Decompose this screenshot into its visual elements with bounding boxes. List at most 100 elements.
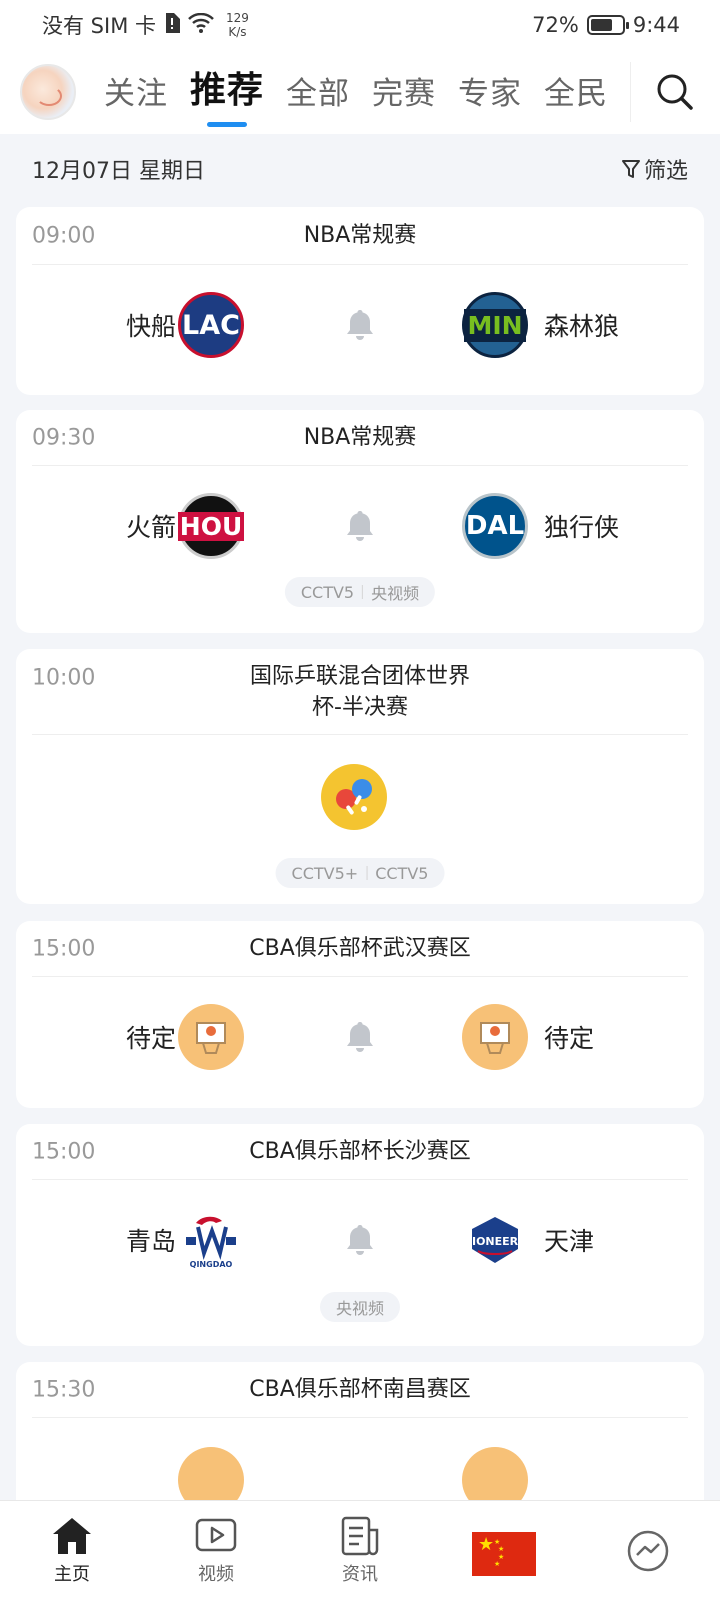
bottom-nav-label: 资讯 [342, 1563, 378, 1585]
tab-follow[interactable]: 关注 [104, 68, 168, 123]
date-row: 12月07日 星期日 筛选 [0, 134, 720, 204]
match-card[interactable]: 15:00 CBA俱乐部杯武汉赛区 待定 待定 [16, 921, 704, 1108]
avatar[interactable] [20, 64, 76, 120]
channel-label: CCTV5 [300, 582, 355, 602]
qingdao-logo-icon: QINGDAO [178, 1207, 244, 1273]
match-row: 快船 LAC MIN 森林狼 [16, 265, 704, 385]
basketball-hoop-icon [462, 1004, 528, 1070]
match-title: NBA常规赛 [303, 223, 417, 248]
logo-text: HOU [177, 511, 245, 541]
nav-divider [630, 62, 632, 122]
bottom-nav-messenger[interactable] [576, 1501, 720, 1600]
bottom-nav-news[interactable]: 资讯 [288, 1501, 432, 1600]
wifi-icon [188, 12, 214, 38]
match-card[interactable]: 09:00 NBA常规赛 快船 LAC MIN 森林狼 [16, 207, 704, 395]
bell-icon[interactable] [342, 307, 378, 343]
card-header: 15:00 CBA俱乐部杯长沙赛区 [32, 1124, 688, 1180]
match-title: CBA俱乐部杯南昌赛区 [249, 1377, 471, 1402]
speed-value: 129 [226, 11, 249, 25]
bell-icon[interactable] [342, 1019, 378, 1055]
clock: 9:44 [632, 13, 680, 37]
match-time: 15:00 [32, 1139, 96, 1164]
match-card[interactable]: 15:00 CBA俱乐部杯长沙赛区 青岛 QINGDAO PIONEERS 天津… [16, 1124, 704, 1346]
channel-badge: CCTV5 央视频 [284, 577, 436, 607]
tab-finished[interactable]: 完赛 [372, 68, 436, 123]
card-header: 09:30 NBA常规赛 [32, 410, 688, 466]
match-title: CBA俱乐部杯武汉赛区 [249, 936, 471, 961]
tab-experts[interactable]: 专家 [458, 68, 522, 123]
bottom-nav-label: 视频 [198, 1563, 234, 1585]
filter-icon [621, 160, 640, 178]
search-button[interactable] [655, 72, 695, 112]
bell-icon[interactable] [342, 1222, 378, 1258]
match-row: 火箭 HOU DAL 独行侠 [16, 466, 704, 586]
away-team-name: 独行侠 [544, 513, 620, 542]
match-time: 09:30 [32, 425, 96, 450]
match-row: 青岛 QINGDAO PIONEERS 天津 [16, 1180, 704, 1300]
basketball-hoop-icon [178, 1004, 244, 1070]
channel-badge: 央视频 [319, 1292, 401, 1322]
battery-icon [586, 15, 629, 35]
clippers-logo-icon: LAC [178, 292, 244, 358]
card-header: 15:30 CBA俱乐部杯南昌赛区 [32, 1362, 688, 1418]
sim-icon [164, 12, 180, 38]
tab-everyone[interactable]: 全民 [544, 68, 608, 123]
tab-bar: 关注 推荐 全部 完赛 专家 全民 [104, 61, 608, 123]
match-title-line1: 国际乒联混合团体世界 [249, 663, 470, 689]
top-nav: 关注 推荐 全部 完赛 专家 全民 [0, 50, 720, 134]
channel-label: 央视频 [335, 1299, 385, 1318]
home-icon [53, 1517, 91, 1554]
bottom-nav-label: 主页 [54, 1563, 90, 1585]
table-tennis-icon [321, 764, 387, 830]
match-title: NBA常规赛 [303, 425, 417, 450]
away-team-name: 森林狼 [544, 312, 620, 341]
filter-button[interactable]: 筛选 [621, 153, 688, 185]
home-team-name: 待定 [125, 1024, 176, 1053]
logo-text: MIN [464, 308, 526, 342]
network-speed: 129 K/s [226, 11, 249, 39]
china-flag-icon: ★ ★ ★ ★ ★ [472, 1531, 536, 1576]
channel-separator [362, 585, 364, 599]
channel-label: CCTV5 [375, 863, 429, 883]
channel-label: CCTV5+ [291, 863, 359, 883]
card-header: 09:00 NBA常规赛 [32, 207, 688, 265]
match-row: 待定 待定 [16, 977, 704, 1097]
home-team-name: 青岛 [125, 1227, 176, 1256]
channel-label: 央视频 [371, 584, 420, 603]
carrier-text: 没有 SIM 卡 [42, 14, 156, 38]
search-icon [657, 74, 693, 110]
logo-text: QINGDAO [190, 1260, 233, 1269]
channel-badge: CCTV5+ CCTV5 [275, 858, 445, 888]
bottom-nav-video[interactable]: 视频 [144, 1501, 288, 1600]
away-team-name: 待定 [544, 1024, 595, 1053]
messenger-icon [627, 1530, 669, 1571]
timberwolves-logo-icon: MIN [462, 292, 528, 358]
rockets-logo-icon: HOU [177, 493, 245, 559]
match-card[interactable]: 09:30 NBA常规赛 火箭 HOU DAL 独行侠 CCTV5 央视频 [16, 410, 704, 633]
bottom-nav-flag[interactable]: ★ ★ ★ ★ ★ [432, 1501, 576, 1600]
card-header: 10:00 国际乒联混合团体世界 杯-半决赛 [32, 649, 688, 735]
tab-recommend[interactable]: 推荐 [190, 61, 264, 123]
channel-separator [366, 866, 368, 880]
bell-icon[interactable] [342, 508, 378, 544]
date-label: 12月07日 星期日 [32, 159, 205, 184]
card-header: 15:00 CBA俱乐部杯武汉赛区 [32, 921, 688, 977]
tianjin-pioneers-logo-icon: PIONEERS [462, 1207, 528, 1273]
match-time: 15:30 [32, 1377, 96, 1402]
tab-all[interactable]: 全部 [286, 68, 350, 123]
speed-unit: K/s [228, 25, 247, 39]
match-title: CBA俱乐部杯长沙赛区 [249, 1139, 471, 1164]
bottom-nav: 主页 视频 资讯 ★ ★ ★ ★ ★ [0, 1500, 720, 1600]
logo-text: LAC [182, 309, 240, 341]
match-time: 15:00 [32, 936, 96, 961]
match-card[interactable]: 10:00 国际乒联混合团体世界 杯-半决赛 CCTV5+ CCTV5 [16, 649, 704, 904]
bottom-nav-home[interactable]: 主页 [0, 1501, 144, 1600]
match-time: 10:00 [32, 665, 96, 691]
away-team-name: 天津 [544, 1227, 595, 1256]
mavericks-logo-icon: DAL [462, 493, 528, 559]
battery-fill [590, 19, 613, 31]
logo-text: DAL [465, 511, 525, 541]
match-time: 09:00 [32, 223, 96, 248]
filter-label: 筛选 [643, 159, 688, 184]
battery-percent: 72% [532, 13, 579, 37]
